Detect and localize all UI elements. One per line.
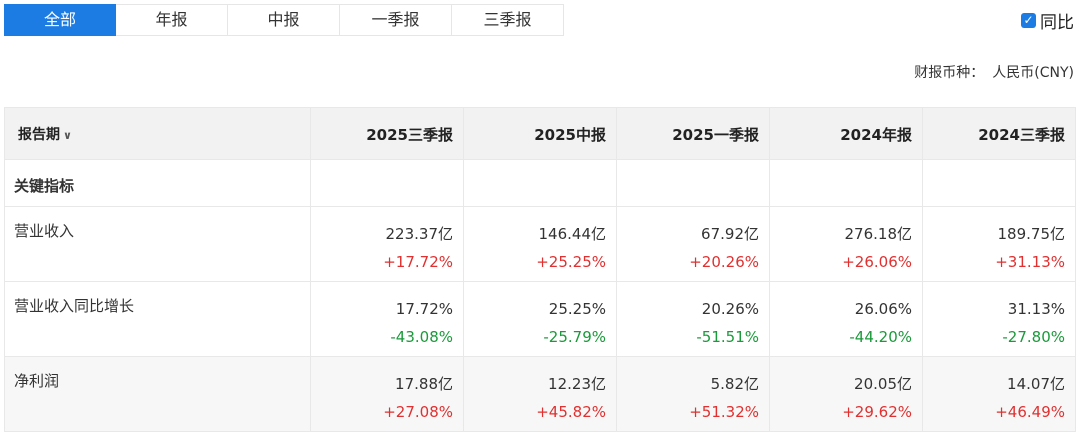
currency-value: 人民币(CNY): [992, 65, 1074, 81]
empty-cell: [463, 159, 617, 207]
tab-interim[interactable]: 中报: [228, 4, 340, 36]
table-header-row: 报告期 ∨ 2025三季报 2025中报 2025一季报 2024年报 2024三…: [4, 107, 1076, 160]
metric-cell: 5.82亿 +51.32%: [616, 356, 770, 432]
metric-value: 67.92亿: [701, 225, 759, 243]
tab-q3[interactable]: 三季报: [452, 4, 564, 36]
metric-name: 净利润: [4, 356, 311, 432]
metric-cell: 276.18亿 +26.06%: [769, 206, 923, 282]
currency-info: 财报币种： 人民币(CNY): [906, 62, 1074, 82]
column-header: 2025中报: [463, 107, 617, 160]
metric-cell: 20.05亿 +29.62%: [769, 356, 923, 432]
column-header: 2024三季报: [922, 107, 1076, 160]
yoy-change: +17.72%: [383, 253, 453, 271]
metric-cell: 31.13% -27.80%: [922, 281, 1076, 357]
metric-value: 189.75亿: [997, 225, 1066, 243]
yoy-change: +31.13%: [995, 253, 1065, 271]
metric-value: 20.26%: [701, 300, 759, 318]
chevron-down-icon[interactable]: ∨: [63, 129, 72, 142]
table-row: 营业收入 223.37亿 +17.72% 146.44亿 +25.25% 67.92亿 +2…: [4, 206, 1076, 282]
metric-value: 223.37亿: [385, 225, 454, 243]
table-row: 净利润 17.88亿 +27.08% 12.23亿 +45.82% 5.82亿 +51.32…: [4, 356, 1076, 432]
column-header: 2024年报: [769, 107, 923, 160]
empty-cell: [310, 159, 464, 207]
period-header-label: 报告期: [18, 127, 60, 143]
metric-cell: 67.92亿 +20.26%: [616, 206, 770, 282]
metric-cell: 12.23亿 +45.82%: [463, 356, 617, 432]
yoy-change: -44.20%: [849, 328, 912, 346]
metric-value: 17.88亿: [395, 375, 453, 393]
metric-cell: 17.88亿 +27.08%: [310, 356, 464, 432]
metric-value: 276.18亿: [844, 225, 913, 243]
yoy-change: -25.79%: [543, 328, 606, 346]
yoy-change: +45.82%: [536, 403, 606, 421]
report-type-tabs: 全部 年报 中报 一季报 三季报: [4, 4, 564, 36]
yoy-change: -43.08%: [390, 328, 453, 346]
yoy-change: +46.49%: [995, 403, 1065, 421]
checkbox-checked-icon[interactable]: ✓: [1021, 13, 1036, 28]
section-row: 关键指标: [4, 159, 1076, 207]
metric-cell: 17.72% -43.08%: [310, 281, 464, 357]
metric-cell: 25.25% -25.79%: [463, 281, 617, 357]
yoy-toggle[interactable]: ✓ 同比: [1021, 8, 1074, 33]
financial-table: 报告期 ∨ 2025三季报 2025中报 2025一季报 2024年报 2024三…: [4, 107, 1076, 432]
table-row: 营业收入同比增长 17.72% -43.08% 25.25% -25.79% 20.26%…: [4, 281, 1076, 357]
metric-value: 146.44亿: [538, 225, 607, 243]
metric-value: 17.72%: [395, 300, 453, 318]
yoy-change: +29.62%: [842, 403, 912, 421]
yoy-label: 同比: [1040, 13, 1074, 33]
metric-value: 25.25%: [548, 300, 606, 318]
metric-value: 14.07亿: [1007, 375, 1065, 393]
metric-cell: 26.06% -44.20%: [769, 281, 923, 357]
yoy-change: -51.51%: [696, 328, 759, 346]
metric-value: 20.05亿: [854, 375, 912, 393]
empty-cell: [922, 159, 1076, 207]
metric-value: 12.23亿: [548, 375, 606, 393]
yoy-change: +51.32%: [689, 403, 759, 421]
metric-value: 31.13%: [1007, 300, 1065, 318]
empty-cell: [769, 159, 923, 207]
column-header: 2025一季报: [616, 107, 770, 160]
yoy-change: +26.06%: [842, 253, 912, 271]
metric-name: 营业收入同比增长: [4, 281, 311, 357]
tab-annual[interactable]: 年报: [116, 4, 228, 36]
metric-name: 营业收入: [4, 206, 311, 282]
empty-cell: [616, 159, 770, 207]
metric-cell: 146.44亿 +25.25%: [463, 206, 617, 282]
metric-cell: 20.26% -51.51%: [616, 281, 770, 357]
metric-value: 5.82亿: [710, 375, 759, 393]
yoy-change: +25.25%: [536, 253, 606, 271]
tab-q1[interactable]: 一季报: [340, 4, 452, 36]
currency-label: 财报币种：: [914, 65, 985, 81]
tab-all[interactable]: 全部: [4, 4, 116, 36]
yoy-change: +20.26%: [689, 253, 759, 271]
yoy-change: -27.80%: [1002, 328, 1065, 346]
metric-cell: 189.75亿 +31.13%: [922, 206, 1076, 282]
yoy-change: +27.08%: [383, 403, 453, 421]
metric-cell: 223.37亿 +17.72%: [310, 206, 464, 282]
period-sort-header[interactable]: 报告期 ∨: [4, 107, 311, 160]
metric-cell: 14.07亿 +46.49%: [922, 356, 1076, 432]
column-header: 2025三季报: [310, 107, 464, 160]
metric-value: 26.06%: [854, 300, 912, 318]
section-title: 关键指标: [4, 159, 311, 207]
